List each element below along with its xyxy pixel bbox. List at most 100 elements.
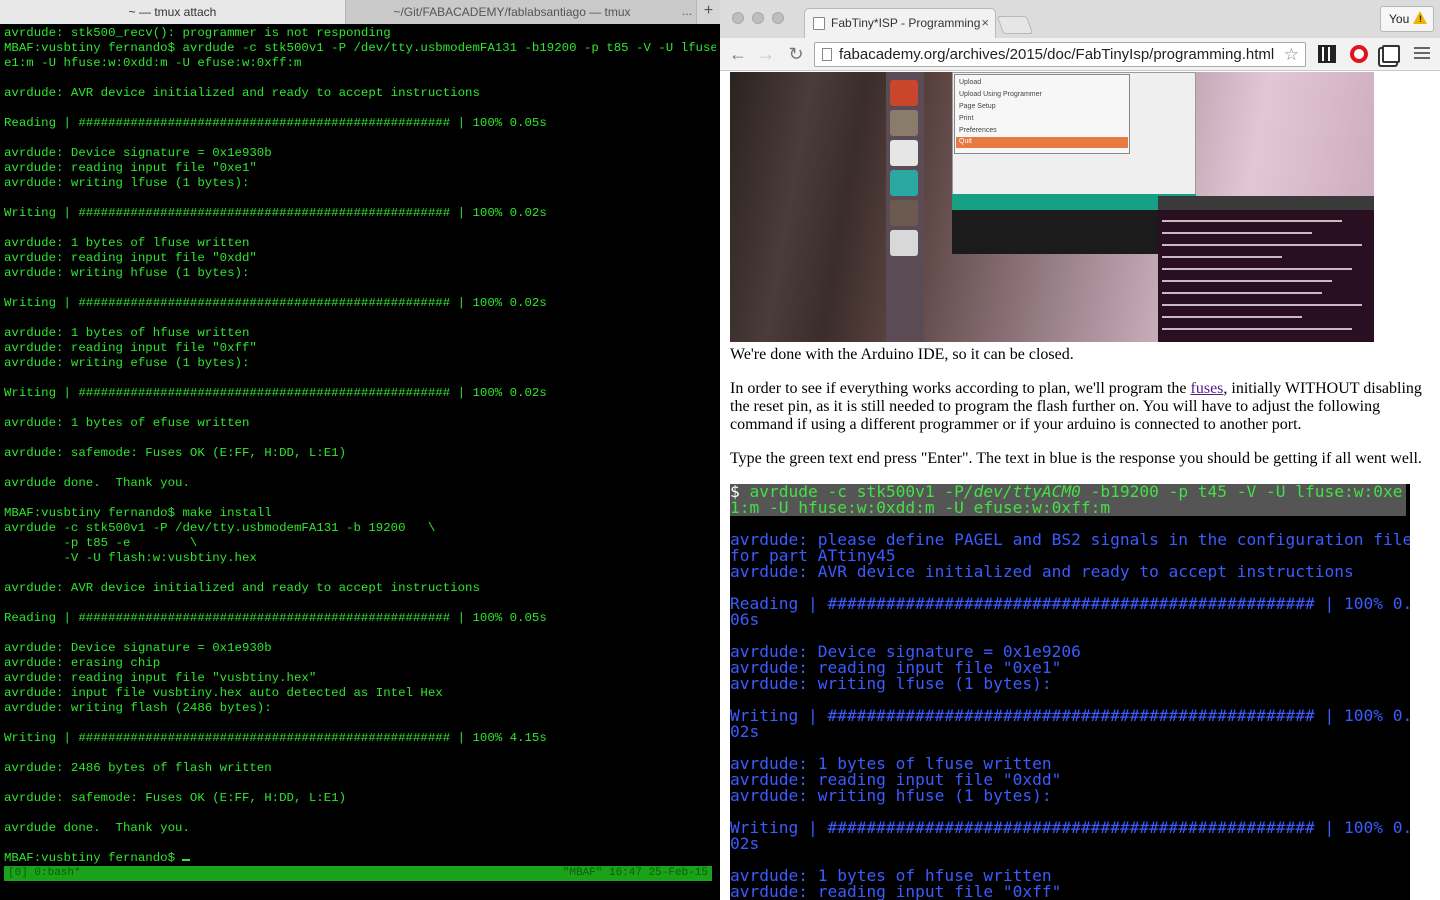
terminal-line: avrdude: reading input file "0xff" bbox=[4, 341, 257, 355]
browser-tab-title: FabTiny*ISP - Programming bbox=[831, 16, 981, 30]
code-response: avrdude: please define PAGEL and BS2 sig… bbox=[730, 516, 1410, 900]
terminal-cursor bbox=[182, 859, 191, 861]
code-command-line: 1:m -U hfuse:w:0xdd:m -U efuse:w:0xff:m bbox=[730, 498, 1111, 517]
terminal-line: avrdude: Device signature = 0x1e930b bbox=[4, 641, 272, 655]
photo-file-menu: Upload Upload Using Programmer Page Setu… bbox=[954, 74, 1130, 154]
photo-terminal-line bbox=[1162, 244, 1362, 246]
qr-code-extension-icon[interactable] bbox=[1318, 45, 1336, 63]
address-bar[interactable]: fabacademy.org/archives/2015/doc/FabTiny… bbox=[814, 42, 1306, 67]
terminal-line: avrdude: safemode: Fuses OK (E:FF, H:DD,… bbox=[4, 791, 347, 805]
terminal-line: Writing | ##############################… bbox=[4, 296, 547, 310]
photo-launcher-icon bbox=[890, 200, 918, 226]
code-response-line: 02s bbox=[730, 834, 760, 853]
terminal-line: e1:m -U hfuse:w:0xdd:m -U efuse:w:0xff:m bbox=[4, 56, 302, 70]
terminal-line: avrdude: writing efuse (1 bytes): bbox=[4, 356, 250, 370]
terminal-line: avrdude done. Thank you. bbox=[4, 821, 190, 835]
code-response-line: avrdude: AVR device initialized and read… bbox=[730, 562, 1354, 581]
photo-menu-item: Page Setup bbox=[959, 103, 996, 110]
browser-tab-fabtiny[interactable]: FabTiny*ISP - Programming × bbox=[804, 8, 996, 38]
terminal-line: avrdude: erasing chip bbox=[4, 656, 161, 670]
photo-terminal-line bbox=[1162, 232, 1312, 234]
terminal-line: avrdude: reading input file "0xdd" bbox=[4, 251, 257, 265]
terminal-line: MBAF:vusbtiny fernando$ bbox=[4, 851, 716, 866]
forward-button[interactable]: → bbox=[754, 42, 778, 66]
zoom-window-button[interactable] bbox=[772, 12, 784, 24]
fuses-link[interactable]: fuses bbox=[1191, 380, 1224, 397]
photo-launcher-icon bbox=[890, 140, 918, 166]
terminal-line: avrdude: input file vusbtiny.hex auto de… bbox=[4, 686, 443, 700]
browser-toolbar: ← → ↻ fabacademy.org/archives/2015/doc/F… bbox=[720, 38, 1440, 71]
photo-menu-item: Quit bbox=[959, 138, 972, 145]
arduino-ide-photo: Upload Upload Using Programmer Page Setu… bbox=[730, 72, 1374, 342]
terminal-line: MBAF:vusbtiny fernando$ make install bbox=[4, 506, 272, 520]
photo-launcher-icon bbox=[890, 80, 918, 106]
terminal-window[interactable]: ~ — tmux attach ~/Git/FABACADEMY/fablabs… bbox=[0, 0, 720, 900]
terminal-tab-bar: ~ — tmux attach ~/Git/FABACADEMY/fablabs… bbox=[0, 0, 720, 24]
terminal-line: avrdude: reading input file "0xe1" bbox=[4, 161, 257, 175]
code-response-line: Writing | ##############################… bbox=[730, 818, 1410, 837]
profile-button[interactable]: You ! bbox=[1380, 6, 1434, 32]
tmux-status-bar: [0] 0:bash* "MBAF" 16:47 25-Feb-15 bbox=[4, 866, 712, 881]
photo-terminal-line bbox=[1162, 280, 1332, 282]
photo-menu-item: Preferences bbox=[959, 127, 997, 134]
photo-terminal-line bbox=[1162, 292, 1322, 294]
bookmark-star-icon[interactable]: ☆ bbox=[1284, 43, 1299, 66]
web-page[interactable]: Upload Upload Using Programmer Page Setu… bbox=[720, 72, 1440, 900]
terminal-line: avrdude: AVR device initialized and read… bbox=[4, 86, 480, 100]
photo-terminal-header bbox=[1158, 196, 1374, 210]
terminal-line: avrdude: writing lfuse (1 bytes): bbox=[4, 176, 250, 190]
warning-mark: ! bbox=[1419, 14, 1422, 24]
terminal-line: avrdude: writing hfuse (1 bytes): bbox=[4, 266, 250, 280]
command-text: -b19200 -p t45 -V -U lfuse:w:0xe bbox=[1080, 484, 1403, 501]
paragraph-instructions: Type the green text end press "Enter". T… bbox=[730, 450, 1422, 467]
terminal-line: avrdude -c stk500v1 -P /dev/tty.usbmodem… bbox=[4, 521, 436, 535]
new-tab-button[interactable] bbox=[996, 16, 1034, 34]
tab-close-icon[interactable]: × bbox=[981, 9, 989, 37]
new-tab-button[interactable]: + bbox=[696, 0, 720, 24]
terminal-output[interactable]: avrdude: stk500_recv(): programmer is no… bbox=[4, 26, 716, 866]
minimize-window-button[interactable] bbox=[752, 12, 764, 24]
terminal-line: avrdude: 2486 bytes of flash written bbox=[4, 761, 272, 775]
photo-terminal-line bbox=[1162, 256, 1282, 258]
copy-extension-icon[interactable] bbox=[1382, 45, 1400, 63]
code-response-line: avrdude: writing lfuse (1 bytes): bbox=[730, 674, 1052, 693]
terminal-line: Writing | ##############################… bbox=[4, 206, 547, 220]
terminal-line: avrdude: stk500_recv(): programmer is no… bbox=[4, 26, 391, 40]
opera-extension-icon[interactable] bbox=[1350, 45, 1368, 63]
photo-menu-item: Print bbox=[959, 115, 974, 122]
url-text: fabacademy.org/archives/2015/doc/FabTiny… bbox=[839, 46, 1275, 63]
terminal-line: avrdude: Device signature = 0x1e930b bbox=[4, 146, 272, 160]
photo-terminal-line bbox=[1162, 316, 1302, 318]
close-window-button[interactable] bbox=[732, 12, 744, 24]
terminal-line: avrdude: AVR device initialized and read… bbox=[4, 581, 480, 595]
terminal-line: Reading | ##############################… bbox=[4, 611, 547, 625]
photo-menu-item: Upload bbox=[959, 79, 982, 86]
photo-terminal-line bbox=[1162, 220, 1342, 222]
terminal-tab-fablabsantiago[interactable]: ~/Git/FABACADEMY/fablabsantiago — tmux bbox=[346, 0, 678, 24]
reload-button[interactable]: ↻ bbox=[784, 42, 808, 66]
photo-terminal-line bbox=[1162, 304, 1362, 306]
tmux-window-list: [0] 0:bash* bbox=[8, 867, 81, 879]
chrome-menu-icon[interactable] bbox=[1414, 45, 1430, 63]
back-button[interactable]: ← bbox=[726, 42, 750, 66]
terminal-line: avrdude: 1 bytes of lfuse written bbox=[4, 236, 250, 250]
terminal-tab-tmux-attach[interactable]: ~ — tmux attach bbox=[0, 0, 346, 24]
tmux-status-right: "MBAF" 16:47 25-Feb-15 bbox=[562, 867, 708, 879]
terminal-line: avrdude: writing flash (2486 bytes): bbox=[4, 701, 272, 715]
tab-overflow-button[interactable]: ... bbox=[678, 0, 696, 24]
terminal-line: Reading | ##############################… bbox=[4, 116, 547, 130]
code-block[interactable]: $ avrdude -c stk500v1 -P/dev/ttyACM0 -b1… bbox=[730, 484, 1410, 900]
